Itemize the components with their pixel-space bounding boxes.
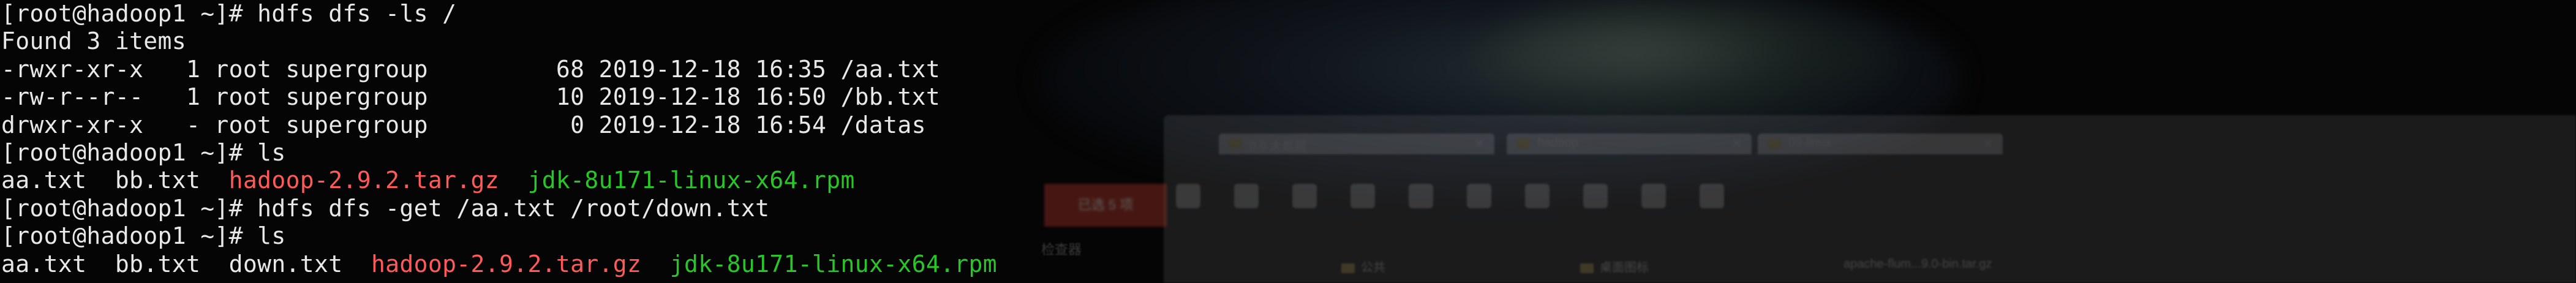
explorer-tab-1: 0.0 大数据 ✕: [1219, 134, 1494, 154]
explorer-item-label: apache-flum...9.0-bin.tar.gz: [1843, 257, 1992, 271]
terminal-output[interactable]: [root@hadoop1 ~]# hdfs dfs -ls / Found 3 …: [1, 0, 997, 278]
terminal-text: Found 3 items: [1, 28, 186, 55]
terminal-line: -rw-r--r-- 1 root supergroup 10 2019-12-…: [1, 83, 997, 111]
terminal-text: aa.txt bb.txt down.txt: [1, 250, 371, 277]
terminal-line: aa.txt bb.txt down.txt hadoop-2.9.2.tar.…: [1, 251, 997, 278]
toolbar-icon: [1467, 184, 1491, 208]
screen: 0.0 大数据 ✕ hadoop ✕ 09-linux ✕ 已选 5 项 检查器…: [0, 0, 2576, 283]
explorer-sidebar-item: 公共: [1341, 257, 1385, 283]
terminal-line: [root@hadoop1 ~]# hdfs dfs -ls /: [1, 0, 997, 28]
explorer-toolbar: [1176, 172, 2554, 227]
explorer-tab-3: 09-linux ✕: [1758, 134, 2003, 154]
terminal-text: [root@hadoop1 ~]# hdfs dfs -get /aa.txt …: [1, 194, 770, 222]
terminal-text: [root@hadoop1 ~]# ls: [1, 222, 286, 250]
executable-file-name: jdk-8u171-linux-x64.rpm: [527, 167, 855, 194]
terminal-line: Found 3 items: [1, 28, 997, 55]
terminal-text: -rwxr-xr-x 1 root supergroup 68 2019-12-…: [1, 55, 941, 83]
toolbar-icon: [1583, 184, 1608, 208]
toolbar-icon: [1292, 184, 1317, 208]
terminal-line: drwxr-xr-x - root supergroup 0 2019-12-1…: [1, 111, 997, 139]
folder-icon: [1768, 138, 1781, 148]
explorer-tab-label: 0.0 大数据: [1249, 140, 1307, 153]
toolbar-icon: [1641, 184, 1666, 208]
terminal-text: [root@hadoop1 ~]# hdfs dfs -ls /: [1, 0, 457, 27]
toolbar-icon: [1409, 184, 1433, 208]
explorer-tab-label: hadoop: [1537, 136, 1578, 149]
terminal-text: -rw-r--r-- 1 root supergroup 10 2019-12-…: [1, 83, 941, 111]
toolbar-icon: [1525, 184, 1550, 208]
selection-badge: 已选 5 项: [1044, 184, 1167, 227]
toolbar-icon: [1176, 184, 1200, 208]
archive-file-name: hadoop-2.9.2.tar.gz: [371, 250, 642, 277]
close-icon: ✕: [1983, 137, 1993, 151]
explorer-tab-2: hadoop ✕: [1507, 134, 1752, 154]
toolbar-icon: [1700, 184, 1724, 208]
explorer-item-label: 桌面图标: [1600, 261, 1649, 274]
archive-file-name: hadoop-2.9.2.tar.gz: [228, 167, 499, 194]
explorer-file-item: apache-flum...9.0-bin.tar.gz: [1843, 257, 1992, 283]
wallpaper-glow-secondary: [1470, 0, 1899, 123]
close-icon: ✕: [1731, 137, 1742, 151]
executable-file-name: jdk-8u171-linux-x64.rpm: [669, 250, 997, 277]
terminal-text: [root@hadoop1 ~]# ls: [1, 138, 286, 166]
toolbar-icon: [1234, 184, 1259, 208]
terminal-line: -rwxr-xr-x 1 root supergroup 68 2019-12-…: [1, 56, 997, 83]
terminal-line: aa.txt bb.txt hadoop-2.9.2.tar.gz jdk-8u…: [1, 167, 997, 194]
folder-icon: [1580, 263, 1594, 273]
close-icon: ✕: [1474, 137, 1485, 151]
terminal-text: aa.txt bb.txt: [1, 167, 229, 194]
folder-icon: [1229, 138, 1242, 148]
explorer-item-label: 公共: [1361, 261, 1385, 274]
inspector-label: 检查器: [1041, 242, 1082, 257]
terminal-line: [root@hadoop1 ~]# ls: [1, 222, 997, 250]
terminal-line: [root@hadoop1 ~]# hdfs dfs -get /aa.txt …: [1, 195, 997, 222]
explorer-tab-label: 09-linux: [1788, 136, 1832, 149]
terminal-text: drwxr-xr-x - root supergroup 0 2019-12-1…: [1, 111, 926, 138]
terminal-line: [root@hadoop1 ~]# ls: [1, 139, 997, 167]
folder-icon: [1341, 263, 1355, 273]
explorer-folder-item: 桌面图标: [1580, 257, 1649, 283]
folder-icon: [1516, 138, 1530, 148]
toolbar-icon: [1350, 184, 1375, 208]
